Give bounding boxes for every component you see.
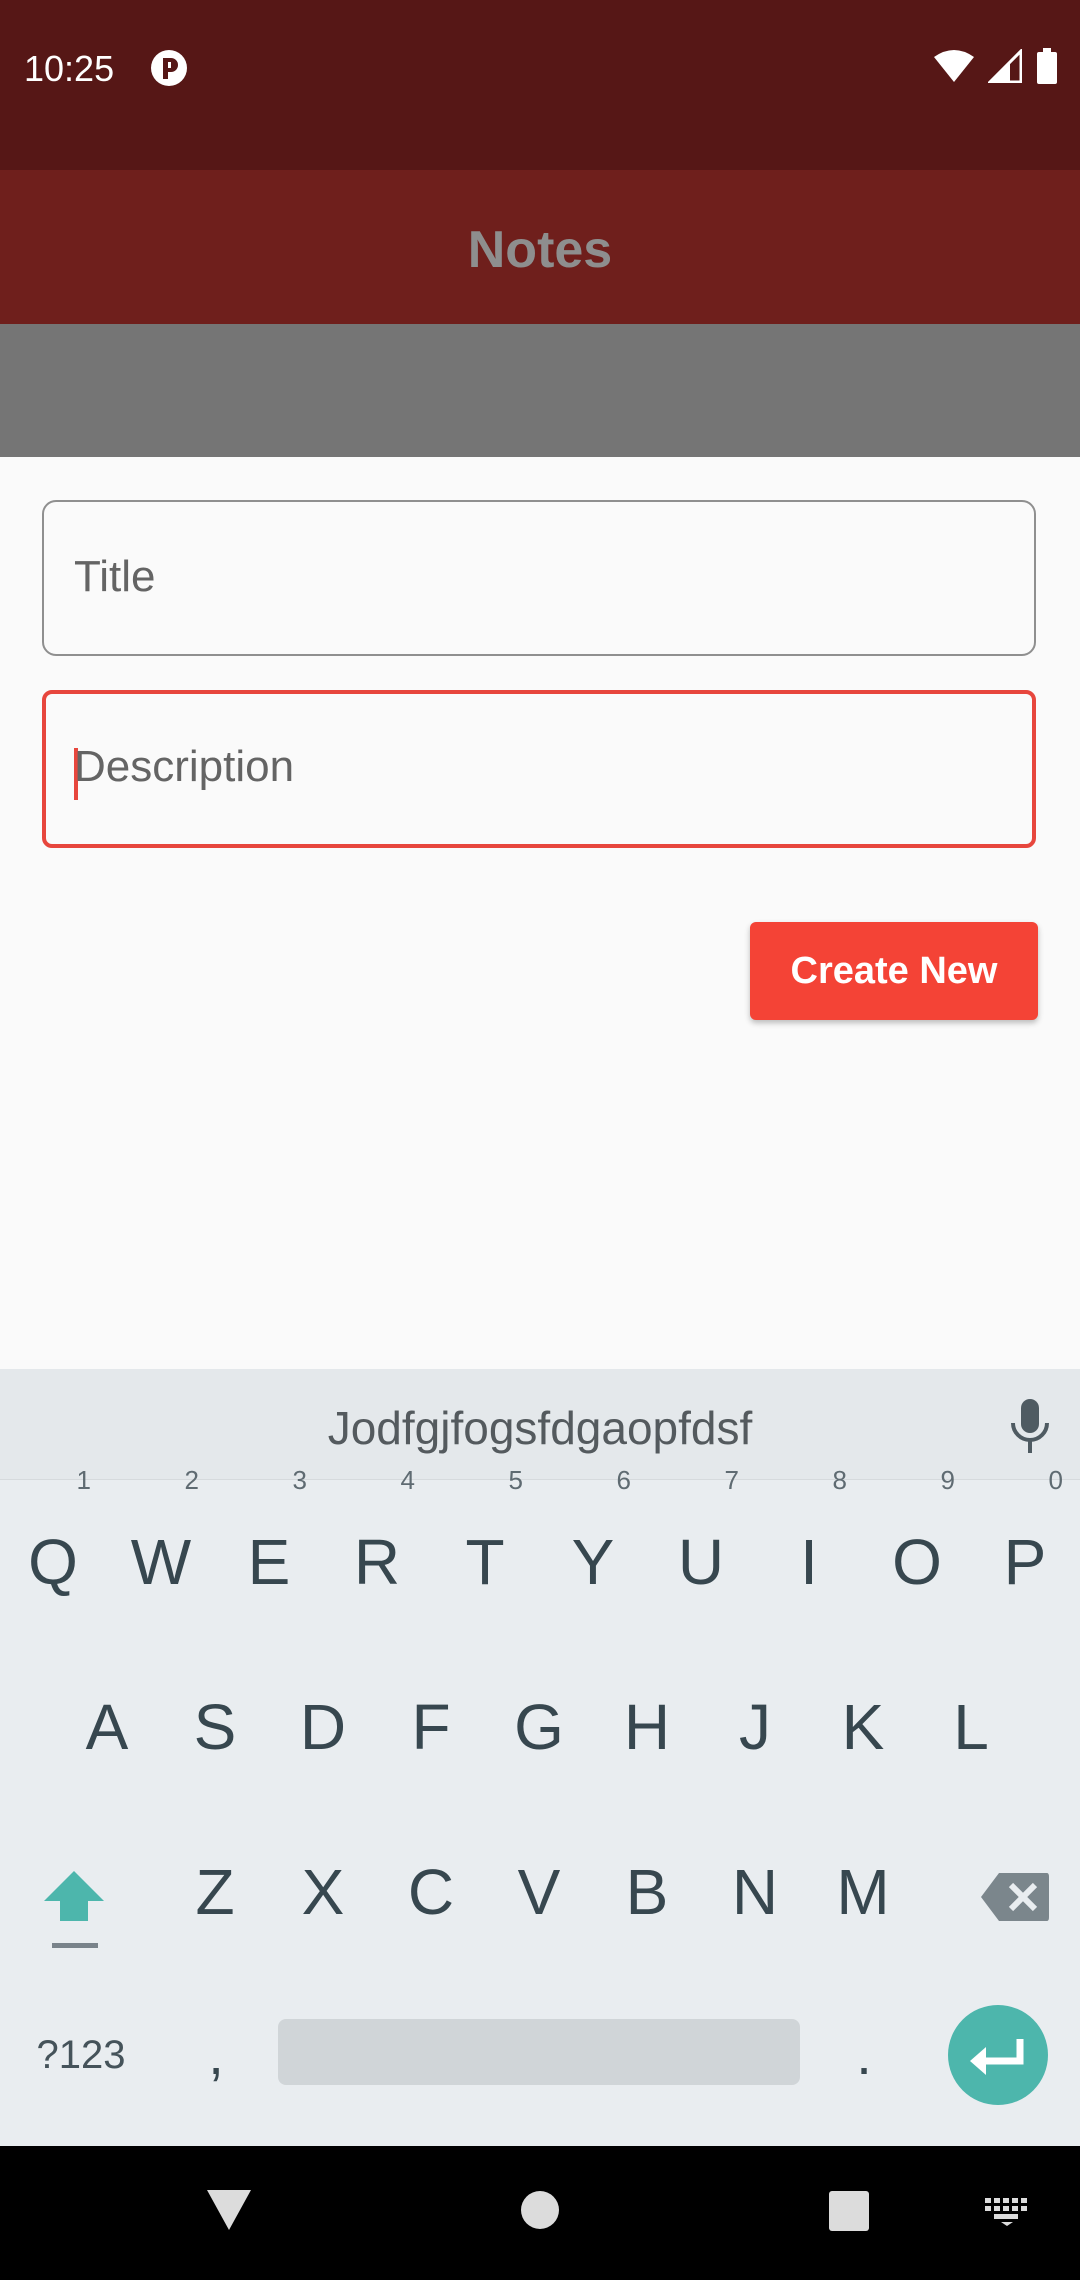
key-hint: 3 [292,1465,307,1495]
status-bar: 10:25 [0,0,1080,170]
key-row-1: Q1 W2 E3 R4 T5 Y6 U7 I8 O9 P0 [0,1465,1080,1637]
key-hint: 5 [508,1465,523,1495]
key-t[interactable]: T5 [437,1465,533,1637]
key-j[interactable]: J [707,1652,803,1802]
home-icon[interactable] [520,2190,560,2230]
suggestion-bar: Jodfgjfogsfdgaopfdsf [0,1369,1080,1480]
key-y[interactable]: Y6 [545,1465,641,1637]
key-b[interactable]: B [599,1817,695,1967]
shift-icon [44,1871,104,1922]
key-c[interactable]: C [383,1817,479,1967]
key-row-3: Z X C V B N M [0,1817,1080,1967]
key-hint: 0 [1048,1465,1063,1495]
key-hint: 7 [724,1465,739,1495]
key-label: P [1003,1526,1047,1598]
key-s[interactable]: S [167,1652,263,1802]
key-a[interactable]: A [59,1652,155,1802]
key-f[interactable]: F [383,1652,479,1802]
soft-keyboard: Jodfgjfogsfdgaopfdsf Q1 W2 E3 R4 T5 Y6 U… [0,1369,1080,2146]
shift-underline [52,1943,98,1948]
key-z[interactable]: Z [167,1817,263,1967]
description-input[interactable]: Description [42,690,1036,848]
key-label: T [465,1526,505,1598]
key-row-2: A S D F G H J K L [0,1652,1080,1802]
space-bar[interactable] [278,2019,800,2085]
app-notification-icon [151,50,187,86]
key-k[interactable]: K [815,1652,911,1802]
key-u[interactable]: U7 [653,1465,749,1637]
status-time: 10:25 [24,48,115,89]
key-x[interactable]: X [275,1817,371,1967]
modal-scrim[interactable] [0,324,1080,457]
new-note-sheet: Title Description Create New [0,457,1080,1369]
key-hint: 2 [184,1465,199,1495]
suggestion-word[interactable]: Jodfgjfogsfdgaopfdsf [0,1401,1080,1455]
key-e[interactable]: E3 [221,1465,317,1637]
key-label: R [353,1526,401,1598]
description-placeholder: Description [74,742,295,791]
key-m[interactable]: M [815,1817,911,1967]
key-d[interactable]: D [275,1652,371,1802]
symbols-key[interactable]: ?123 [18,1980,144,2130]
key-p[interactable]: P0 [977,1465,1073,1637]
enter-key[interactable] [948,2005,1048,2105]
backspace-key[interactable] [960,1817,1070,1967]
app-title: Notes [467,221,613,279]
key-label: E [247,1526,291,1598]
battery-icon [1037,48,1057,84]
key-label: I [800,1526,818,1598]
key-n[interactable]: N [707,1817,803,1967]
microphone-icon[interactable] [1005,1397,1055,1457]
key-label: O [892,1526,942,1598]
key-hint: 4 [400,1465,415,1495]
key-label: Y [571,1526,615,1598]
key-l[interactable]: L [923,1652,1019,1802]
comma-key[interactable]: , [168,1980,264,2130]
key-g[interactable]: G [491,1652,587,1802]
navigation-bar [0,2146,1080,2280]
backspace-icon [981,1873,1049,1922]
app-bar: Notes [0,170,1080,324]
key-v[interactable]: V [491,1817,587,1967]
key-hint: 1 [76,1465,91,1495]
key-hint: 8 [832,1465,847,1495]
title-input[interactable]: Title [42,500,1036,656]
key-w[interactable]: W2 [113,1465,209,1637]
signal-icon [988,49,1022,83]
key-label: U [677,1526,725,1598]
key-r[interactable]: R4 [329,1465,425,1637]
key-hint: 9 [940,1465,955,1495]
key-q[interactable]: Q1 [5,1465,101,1637]
title-placeholder: Title [74,552,156,601]
create-new-button[interactable]: Create New [750,922,1038,1020]
key-i[interactable]: I8 [761,1465,857,1637]
back-icon[interactable] [205,2188,253,2232]
key-label: Q [28,1526,78,1598]
wifi-icon [934,50,974,82]
keyboard-switch-icon[interactable] [985,2198,1029,2226]
enter-icon [970,2039,1024,2075]
key-h[interactable]: H [599,1652,695,1802]
recents-icon[interactable] [828,2190,870,2232]
period-key[interactable]: . [816,1980,912,2130]
key-o[interactable]: O9 [869,1465,965,1637]
key-label: W [130,1526,192,1598]
key-hint: 6 [616,1465,631,1495]
